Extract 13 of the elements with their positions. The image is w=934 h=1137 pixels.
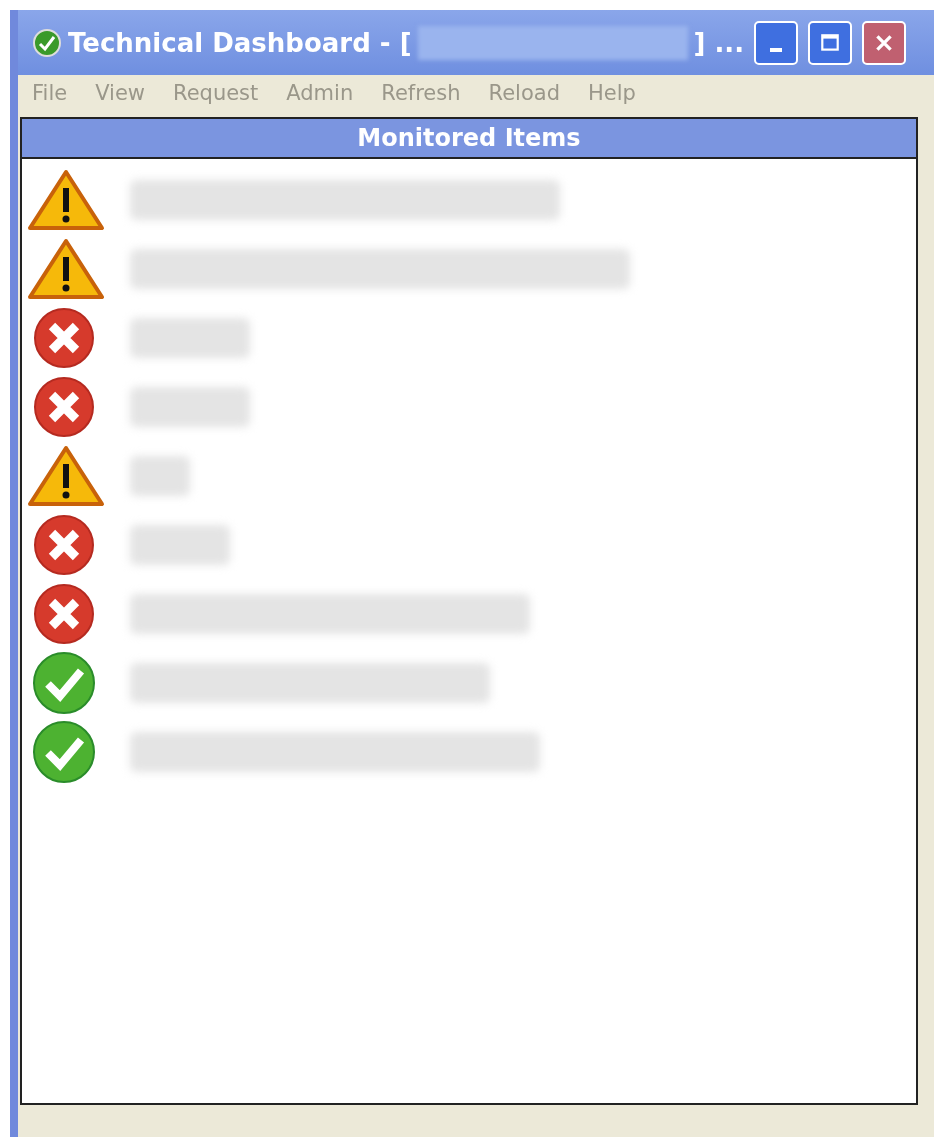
panel-title: Monitored Items (22, 119, 916, 159)
close-button[interactable] (862, 20, 907, 65)
window-title-suffix: ] ... (693, 27, 745, 58)
warning-icon (26, 443, 106, 508)
check-icon (32, 27, 62, 58)
minimize-icon (770, 47, 783, 52)
maximize-button[interactable] (808, 20, 853, 65)
window-title: Technical Dashboard - [ (68, 27, 412, 58)
minimize-button[interactable] (754, 20, 799, 65)
warning-icon (26, 236, 106, 301)
redacted-text (130, 455, 190, 496)
warning-icon (26, 167, 106, 232)
maximize-icon (819, 31, 842, 54)
